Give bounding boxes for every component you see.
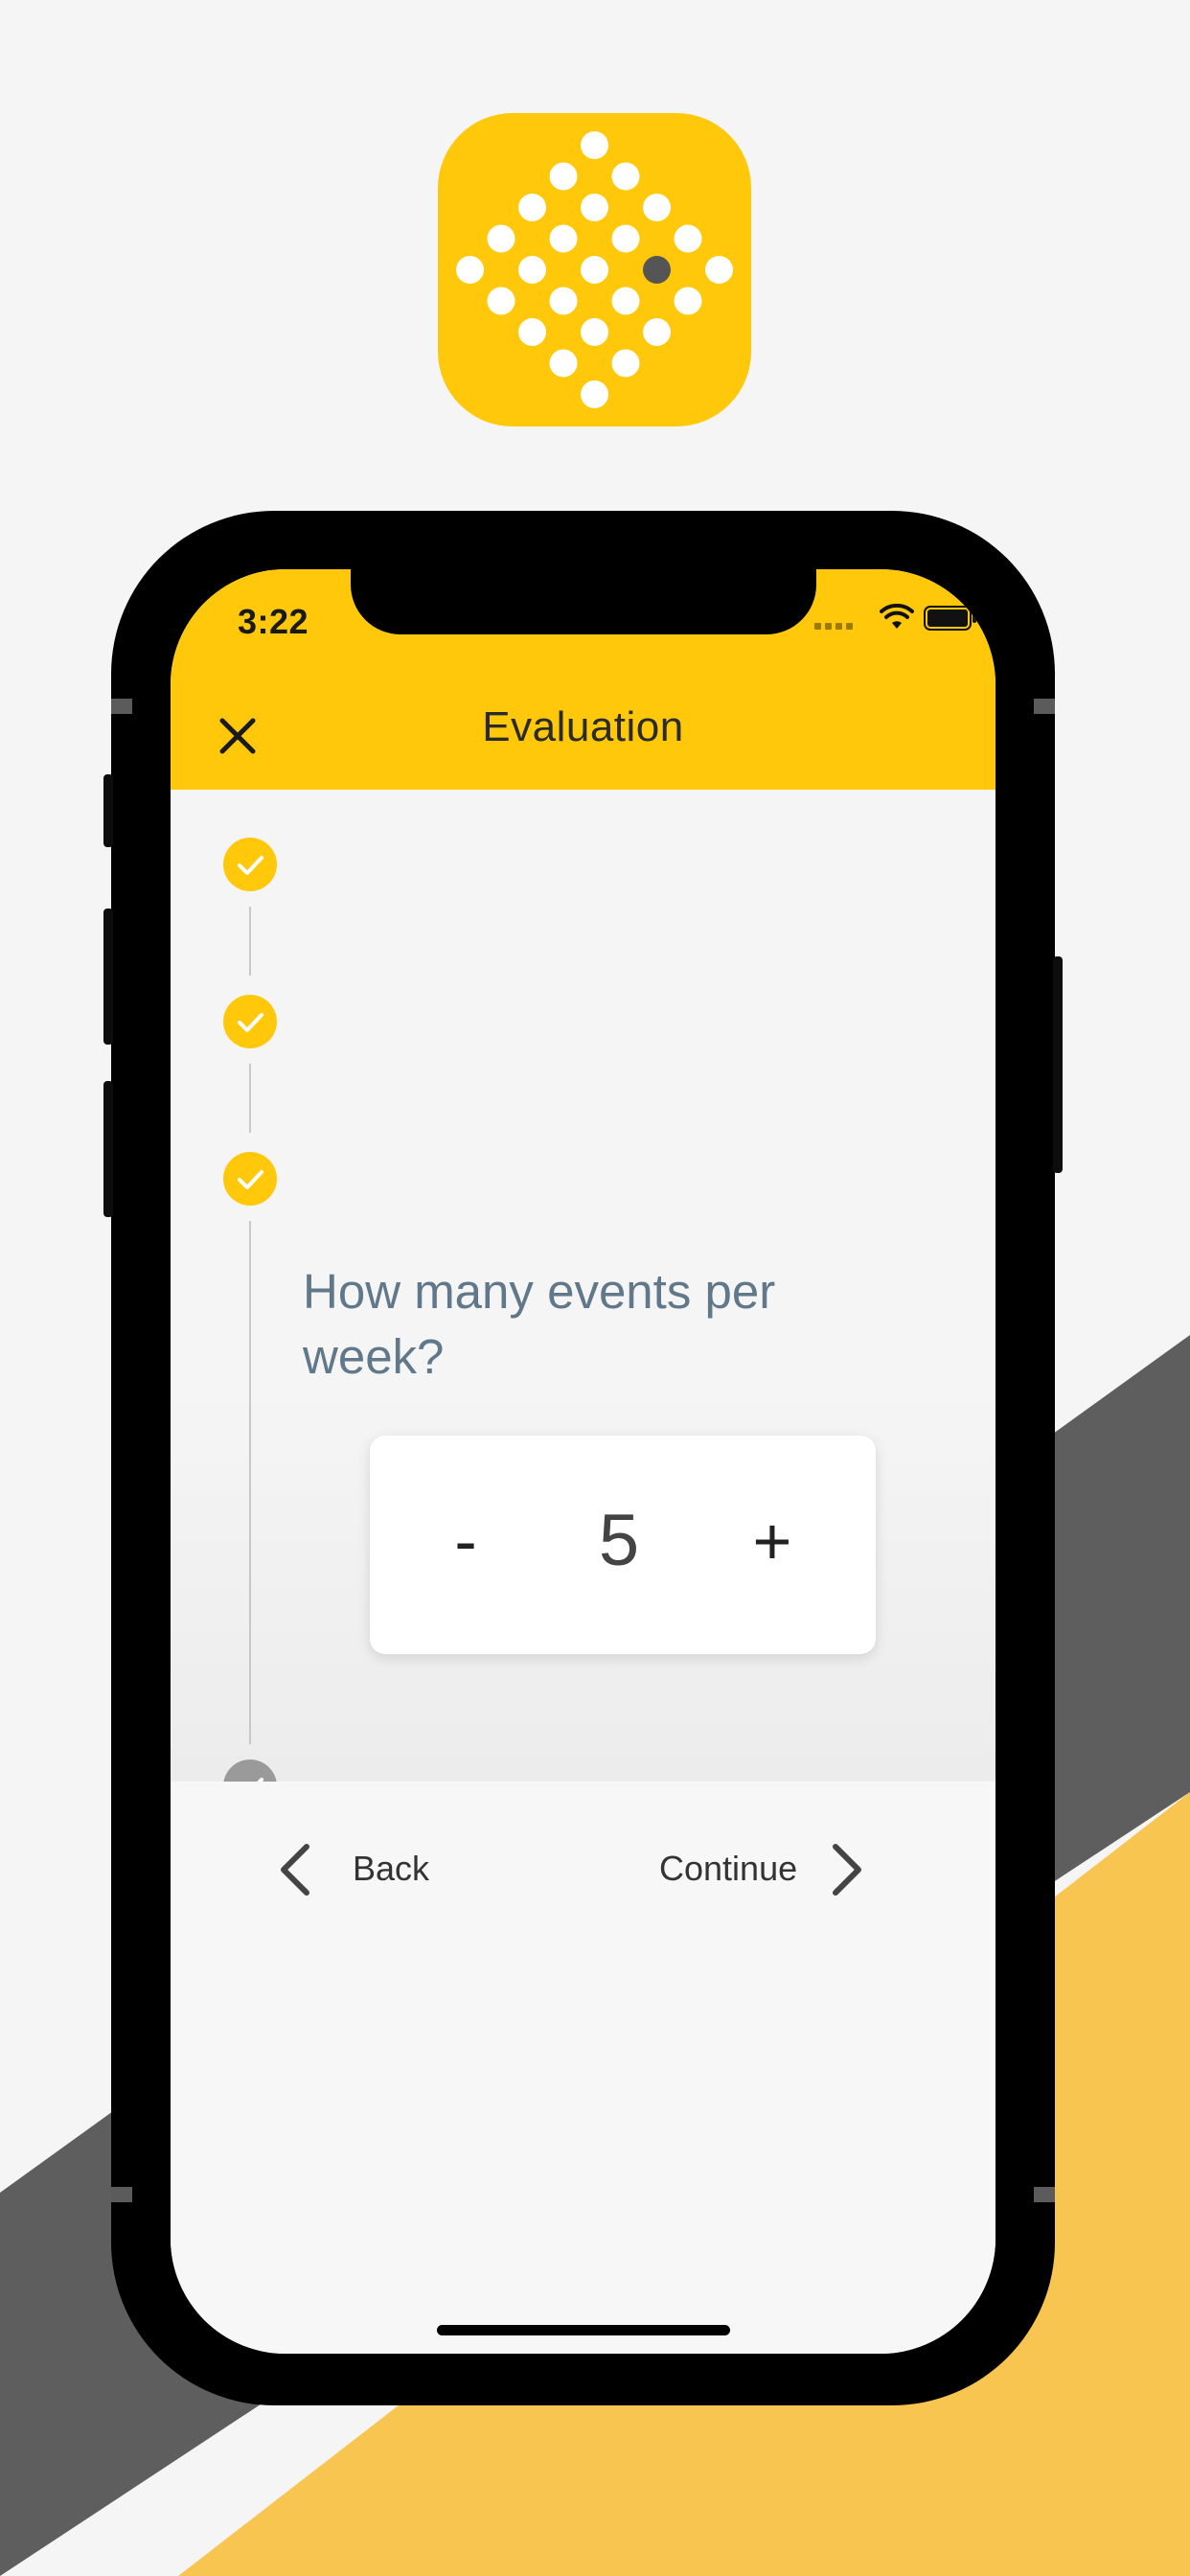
chevron-right-icon [833,1844,861,1896]
step-indicator-current [223,1152,277,1206]
increment-button[interactable]: + [724,1493,820,1589]
check-icon [238,856,263,875]
step-connector [249,1064,251,1133]
step-connector [249,907,251,976]
home-indicator [437,2325,730,2335]
signal-icon [814,617,857,634]
step-connector [249,1221,251,1744]
phone-side-button [1053,956,1063,1173]
status-icons [814,604,977,632]
phone-antenna-band [111,699,132,714]
evaluation-content: How many events per week? - 5 + [171,790,995,1813]
phone-antenna-band [1034,699,1055,714]
back-button[interactable]: Back [276,1829,468,1906]
continue-label: Continue [659,1849,798,1888]
check-icon [238,1013,263,1032]
back-label: Back [353,1849,430,1888]
phone-side-button [103,908,113,1045]
step-indicator-completed [223,995,277,1048]
phone-side-button [103,1081,113,1217]
phone-antenna-band [1034,2187,1055,2202]
events-stepper: - 5 + [370,1436,876,1654]
footer-nav: Back Continue [171,1782,995,2354]
battery-icon [924,606,976,631]
step-indicator-completed [223,838,277,891]
phone-side-button [103,774,113,847]
phone-antenna-band [111,2187,132,2202]
question-text: How many events per week? [303,1264,776,1384]
app-logo [438,113,751,426]
stepper-value: 5 [598,1500,640,1581]
app-screen: 3:22 Evaluation How many events per week… [171,569,995,2354]
check-icon [238,1170,263,1189]
device-notch [351,569,816,634]
decrement-button[interactable]: - [418,1493,514,1589]
header-bar: 3:22 Evaluation [171,569,995,790]
status-time: 3:22 [238,602,309,641]
continue-button[interactable]: Continue [659,1829,908,1906]
chevron-left-icon [281,1844,309,1896]
wifi-icon [880,604,914,629]
page-title: Evaluation [482,703,684,750]
